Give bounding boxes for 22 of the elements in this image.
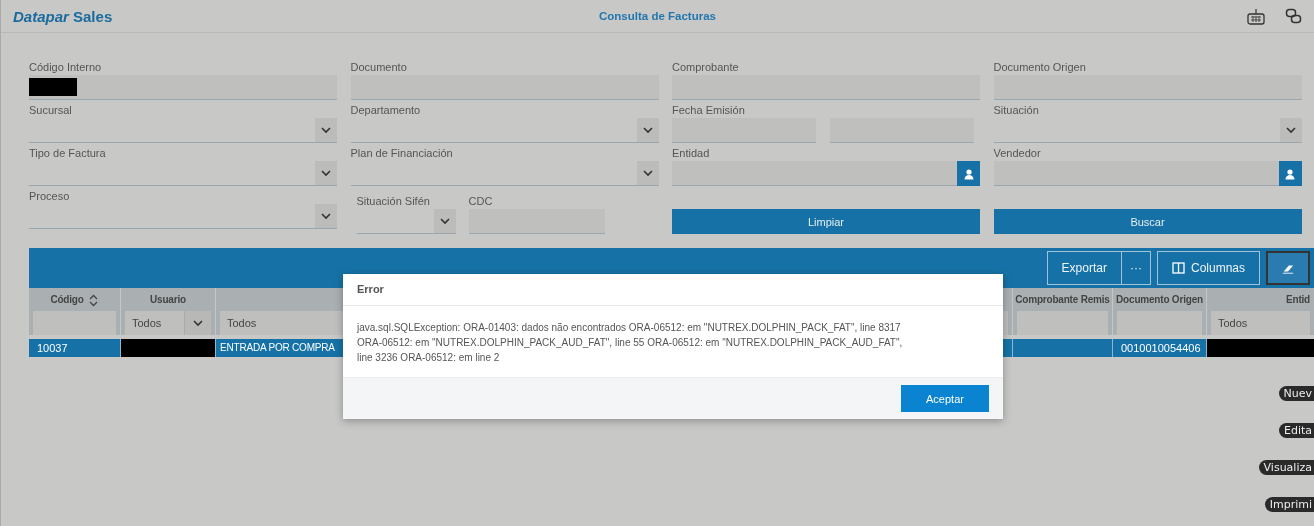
field-label: Fecha Emisión xyxy=(672,104,746,117)
action-tooltip: Visualiza xyxy=(1258,460,1314,475)
field-label: Documento xyxy=(350,61,408,74)
dialog-title: Error xyxy=(343,274,1003,306)
field-label: Situación xyxy=(993,104,1040,117)
brand-name: Datapar Sales xyxy=(13,7,113,25)
action-tooltip: Nuev xyxy=(1278,386,1314,401)
field-label: Comprobante xyxy=(672,61,740,74)
field-label: Situación Sifén xyxy=(356,195,431,208)
field-label: Código Interno xyxy=(29,61,103,74)
field-label: Vendedor xyxy=(993,147,1042,160)
field-label: Documento Origen xyxy=(993,61,1087,74)
field-label: Departamento xyxy=(350,104,422,117)
field-label: CDC xyxy=(468,195,494,208)
field-label: Proceso xyxy=(29,190,71,203)
field-label: Sucursal xyxy=(29,104,73,117)
field-label: Tipo de Factura xyxy=(29,147,107,160)
field-label: Entidad xyxy=(672,147,711,160)
field-label: Plan de Financiación xyxy=(350,147,454,160)
action-tooltip: Imprimi xyxy=(1264,497,1314,512)
page-title: Consulta de Facturas xyxy=(599,10,716,22)
action-tooltip: Edita xyxy=(1278,423,1314,438)
